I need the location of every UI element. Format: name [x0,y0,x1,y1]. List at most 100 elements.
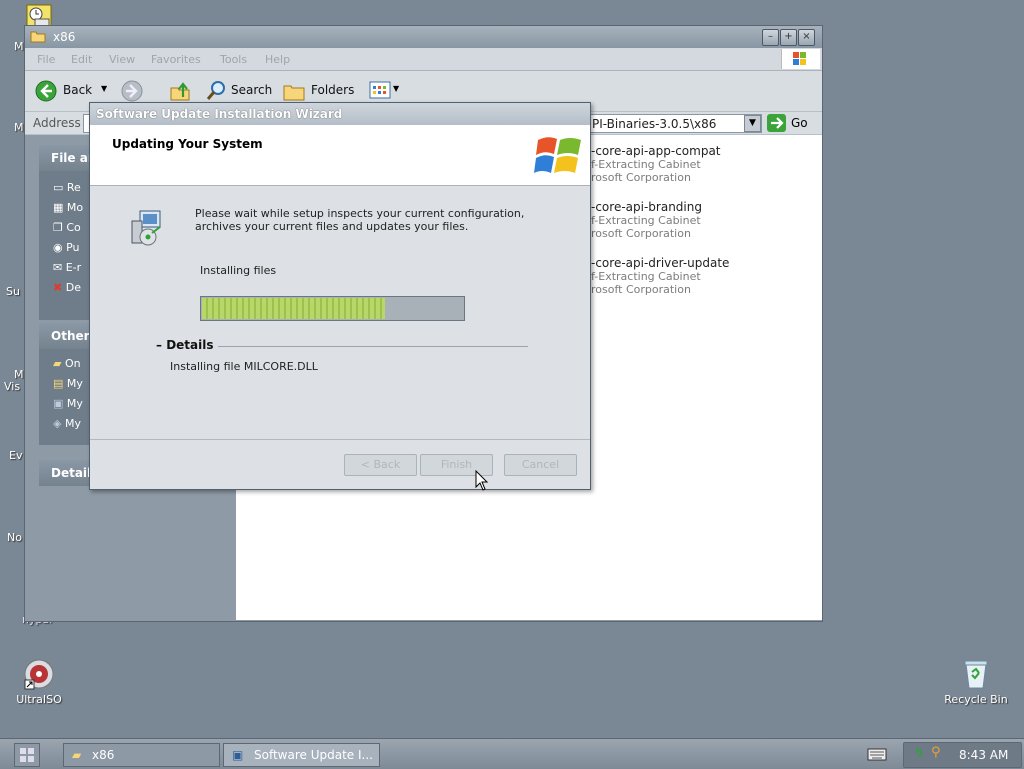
ultraiso-label: UltraISO [16,693,62,706]
my-documents-icon: ▤ [53,377,67,390]
back-dropdown-icon[interactable]: ▼ [101,84,107,93]
menu-tools[interactable]: Tools [220,53,247,66]
taskbar-item-label: Software Update I... [254,748,373,762]
explorer-titlebar[interactable]: x86 – + × [25,26,822,48]
file-name: -core-api-app-compat [591,144,721,158]
back-button[interactable]: Back ▼ [33,78,115,104]
file-type: f-Extracting Cabinet [591,214,701,227]
file-company: rosoft Corporation [591,283,691,296]
desktop-label-6[interactable]: Ev [9,449,22,462]
keyboard-icon [867,748,887,761]
taskbar-item-explorer[interactable]: ▰ x86 [63,743,220,767]
button-separator [90,439,590,440]
task-publish-label: Pu [66,241,80,254]
start-button[interactable] [14,743,40,767]
folders-button[interactable]: Folders [283,78,355,104]
email-icon: ✉ [53,261,66,274]
folder-icon: ▰ [53,357,65,370]
address-label: Address [33,116,81,130]
menu-bar: File Edit View Favorites Tools Help [25,48,822,71]
file-company: rosoft Corporation [591,227,691,240]
maximize-button[interactable]: + [780,29,797,46]
installation-wizard-dialog: Software Update Installation Wizard Upda… [89,102,591,490]
menu-favorites[interactable]: Favorites [151,53,201,66]
taskbar-item-wizard[interactable]: ▣ Software Update I... [223,743,380,767]
menu-edit[interactable]: Edit [71,53,92,66]
recycle-bin-icon [964,660,988,689]
setup-computer-icon [131,210,161,246]
wizard-titlebar[interactable]: Software Update Installation Wizard [90,103,590,125]
wizard-description: Please wait while setup inspects your cu… [195,207,525,233]
my-computer-icon: ▣ [53,397,67,410]
ultraiso-shortcut[interactable]: UltraISO [10,658,68,706]
taskbar: ▰ x86 ▣ Software Update I... ↯ ⚲ 8:43 AM [0,738,1024,769]
wizard-header: Updating Your System [90,125,590,186]
folders-label: Folders [311,83,355,97]
search-label: Search [231,83,273,97]
details-current-file: Installing file MILCORE.DLL [170,360,318,373]
go-label[interactable]: Go [791,116,808,130]
desktop-label-7[interactable]: No [7,531,22,544]
place-1-label: On [64,357,81,370]
back-wizard-button[interactable]: < Back [344,454,417,476]
place-3[interactable]: ▣ My [53,397,83,410]
forward-arrow-icon[interactable] [121,80,143,102]
place-2-label: My [66,377,83,390]
views-button[interactable]: ▼ [369,80,401,102]
search-tray-icon[interactable]: ⚲ [931,745,941,760]
desktop-label-3[interactable]: Su [6,285,20,298]
close-button[interactable]: × [798,29,815,46]
copy-icon: ❐ [53,221,67,234]
back-arrow-icon [35,80,57,102]
system-tray: ↯ ⚲ 8:43 AM [903,742,1022,768]
menu-file[interactable]: File [37,53,55,66]
desktop-label-2[interactable]: M [14,121,24,134]
task-rename-label: Re [66,181,81,194]
desktop-label-1[interactable]: M [14,40,24,53]
task-copy[interactable]: ❐ Co [53,221,81,234]
mouse-cursor-icon [475,470,489,491]
task-email[interactable]: ✉ E-r [53,261,81,274]
recycle-bin-label: Recycle Bin [944,693,1008,706]
folder-icon [30,31,46,43]
explorer-title: x86 [53,30,76,44]
cancel-button[interactable]: Cancel [504,454,577,476]
task-copy-label: Co [66,221,81,234]
views-icon [369,81,391,99]
task-move[interactable]: ▦ Mo [53,201,83,214]
menu-view[interactable]: View [109,53,135,66]
file-type: f-Extracting Cabinet [591,270,701,283]
address-dropdown-button[interactable]: ▼ [744,115,761,132]
recycle-bin[interactable]: Recycle Bin [940,658,1012,706]
clock[interactable]: 8:43 AM [959,748,1008,762]
search-button[interactable]: Search [203,78,273,104]
start-grid-icon [20,748,34,762]
task-rename[interactable]: ▭ Re [53,181,81,194]
task-delete-label: De [65,281,81,294]
ultraiso-icon [24,659,54,690]
up-folder-icon[interactable] [169,80,191,102]
file-type: f-Extracting Cabinet [591,158,701,171]
windows-logo-icon [534,137,581,173]
details-group-label: – Details [154,338,218,352]
task-delete[interactable]: ✖ De [53,281,81,294]
wizard-title: Software Update Installation Wizard [96,107,343,121]
progress-fill [202,298,385,319]
taskbar-item-label: x86 [92,748,115,762]
task-move-label: Mo [66,201,84,214]
minimize-button[interactable]: – [762,29,779,46]
my-network-icon: ◈ [53,417,65,430]
place-4[interactable]: ◈ My [53,417,81,430]
keyboard-language-button[interactable] [867,744,887,764]
place-2[interactable]: ▤ My [53,377,83,390]
menu-help[interactable]: Help [265,53,290,66]
install-progress-bar [200,296,465,321]
folder-icon: ▰ [72,748,82,762]
details-dash: – [156,338,167,352]
network-icon[interactable]: ↯ [914,746,925,761]
go-arrow-icon[interactable] [767,114,786,132]
desktop-label-5[interactable]: Vis [4,380,20,393]
task-publish[interactable]: ◉ Pu [53,241,80,254]
place-1[interactable]: ▰ On [53,357,81,370]
back-label: Back [63,83,93,97]
